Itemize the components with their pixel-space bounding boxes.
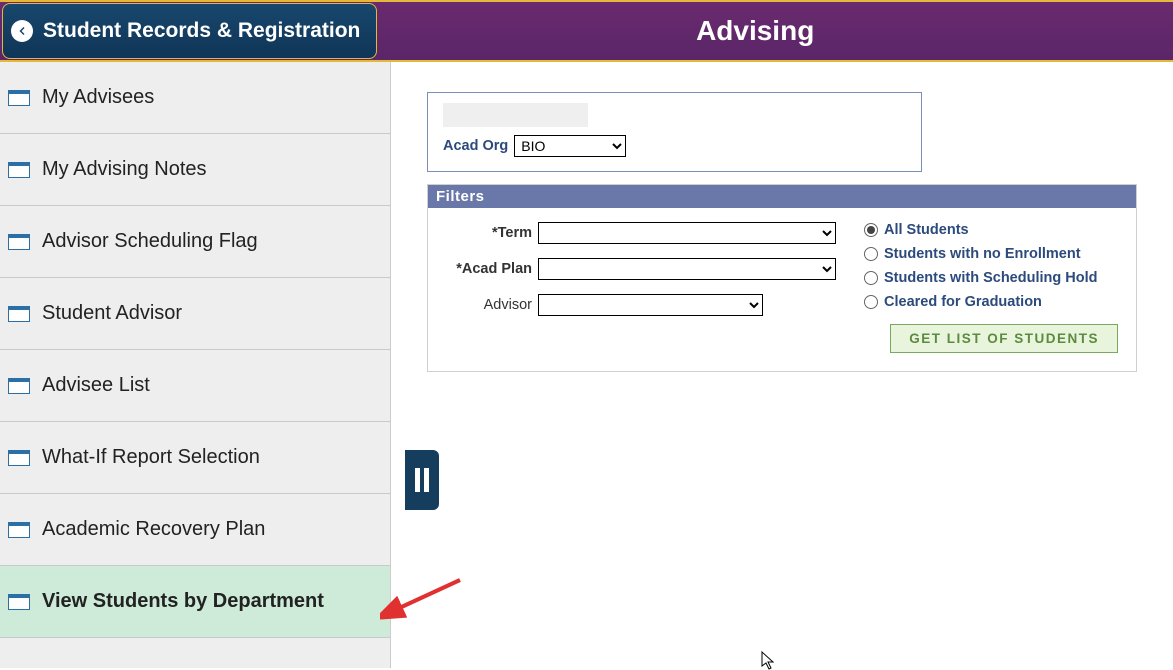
redacted-text	[443, 103, 588, 127]
list-icon	[8, 450, 30, 466]
advisor-label: Advisor	[446, 297, 538, 313]
sidebar-item-my-advising-notes[interactable]: My Advising Notes	[0, 134, 390, 206]
radio-icon	[864, 295, 878, 309]
radio-scheduling-hold[interactable]: Students with Scheduling Hold	[864, 270, 1118, 286]
radio-icon	[864, 271, 878, 285]
sidebar-item-label: What-If Report Selection	[42, 446, 260, 469]
radio-label: Cleared for Graduation	[884, 294, 1042, 310]
radio-label: All Students	[884, 222, 969, 238]
list-icon	[8, 594, 30, 610]
main-content: Acad Org BIO Filters *Term *Acad Plan	[391, 62, 1173, 668]
list-icon	[8, 162, 30, 178]
acad-org-select[interactable]: BIO	[514, 135, 626, 157]
list-icon	[8, 378, 30, 394]
sidebar-item-label: Advisee List	[42, 374, 150, 397]
filters-panel: Filters *Term *Acad Plan Advisor	[427, 184, 1137, 372]
term-label: *Term	[446, 225, 538, 241]
acad-org-label: Acad Org	[443, 138, 508, 154]
parent-page-title: Student Records & Registration	[43, 19, 360, 43]
acad-plan-select[interactable]	[538, 258, 836, 280]
radio-cleared-graduation[interactable]: Cleared for Graduation	[864, 294, 1118, 310]
advisor-select[interactable]	[538, 294, 763, 316]
sidebar-item-advisee-list[interactable]: Advisee List	[0, 350, 390, 422]
sidebar-item-what-if-report-selection[interactable]: What-If Report Selection	[0, 422, 390, 494]
term-select[interactable]	[538, 222, 836, 244]
radio-icon	[864, 223, 878, 237]
radio-label: Students with no Enrollment	[884, 246, 1081, 262]
sidebar-item-label: My Advisees	[42, 86, 154, 109]
page-title: Advising	[377, 15, 1173, 47]
list-icon	[8, 522, 30, 538]
sidebar: My Advisees My Advising Notes Advisor Sc…	[0, 62, 391, 668]
list-icon	[8, 234, 30, 250]
radio-no-enrollment[interactable]: Students with no Enrollment	[864, 246, 1118, 262]
radio-icon	[864, 247, 878, 261]
sidebar-item-student-advisor[interactable]: Student Advisor	[0, 278, 390, 350]
sidebar-item-label: Student Advisor	[42, 302, 182, 325]
header-bar: Student Records & Registration Advising	[0, 0, 1173, 62]
sidebar-item-label: My Advising Notes	[42, 158, 207, 181]
sidebar-item-my-advisees[interactable]: My Advisees	[0, 62, 390, 134]
sidebar-item-advisor-scheduling-flag[interactable]: Advisor Scheduling Flag	[0, 206, 390, 278]
sidebar-item-academic-recovery-plan[interactable]: Academic Recovery Plan	[0, 494, 390, 566]
list-icon	[8, 90, 30, 106]
back-navigation-pill[interactable]: Student Records & Registration	[2, 3, 377, 59]
list-icon	[8, 306, 30, 322]
acad-org-panel: Acad Org BIO	[427, 92, 922, 172]
radio-label: Students with Scheduling Hold	[884, 270, 1097, 286]
sidebar-item-view-students-by-department[interactable]: View Students by Department	[0, 566, 390, 638]
get-list-button[interactable]: GET LIST OF STUDENTS	[890, 324, 1118, 353]
back-icon[interactable]	[11, 20, 33, 42]
sidebar-item-label: View Students by Department	[42, 590, 324, 613]
filters-header: Filters	[428, 185, 1136, 208]
sidebar-item-label: Advisor Scheduling Flag	[42, 230, 258, 253]
radio-all-students[interactable]: All Students	[864, 222, 1118, 238]
acad-plan-label: *Acad Plan	[446, 261, 538, 277]
sidebar-item-label: Academic Recovery Plan	[42, 518, 265, 541]
